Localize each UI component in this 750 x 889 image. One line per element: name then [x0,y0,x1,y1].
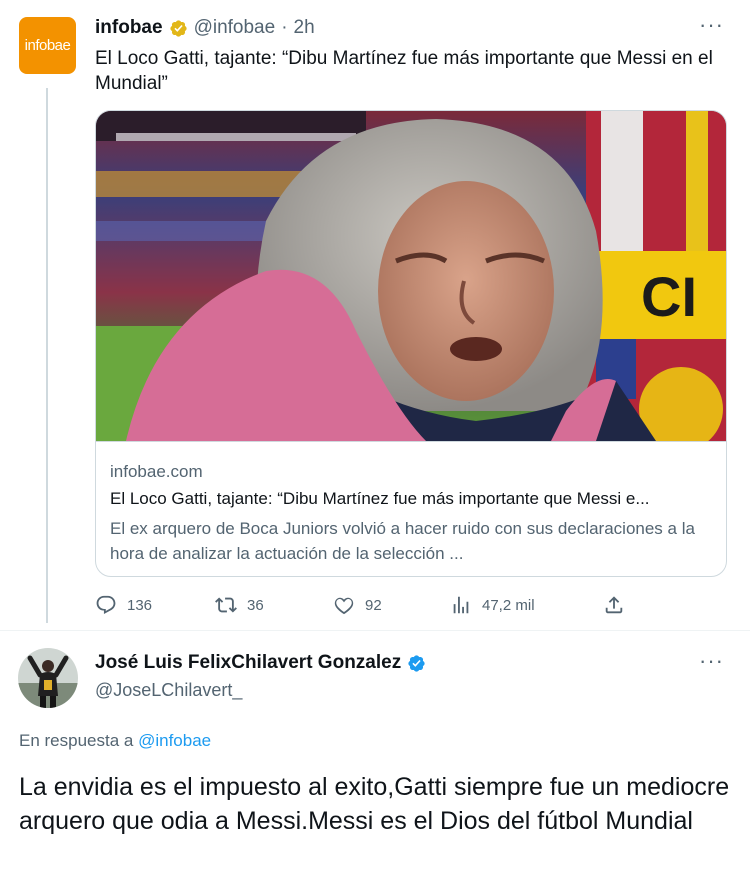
avatar[interactable] [18,648,78,708]
reply-mention-link[interactable]: @infobae [138,731,211,750]
verified-badge-icon [169,19,187,37]
crest-letters: CI [641,265,697,328]
retweet-count: 36 [247,596,264,614]
analytics-icon [453,596,469,614]
retweet-icon [215,597,237,613]
views-count: 47,2 mil [482,596,535,614]
card-title: El Loco Gatti, tajante: “Dibu Martínez f… [110,489,650,508]
card-description: El ex arquero de Boca Juniors volvió a h… [110,519,695,563]
share-button[interactable] [603,594,625,616]
reply-prefix: En respuesta a [19,731,134,750]
author-handle[interactable]: @JoseLChilavert_ [95,680,242,701]
divider [0,630,750,631]
card-image: CI [96,111,726,441]
retweet-button[interactable]: 36 [215,594,264,616]
timestamp[interactable]: 2h [294,17,315,39]
reply-text: La envidia es el impuesto al exito,Gatti… [19,773,730,835]
avatar[interactable]: infobae [19,17,76,74]
author-handle[interactable]: @infobae [194,17,276,39]
separator: · [281,17,288,38]
card-meta: infobae.com El Loco Gatti, tajante: “Dib… [96,441,726,576]
reply-icon [96,595,116,615]
heart-icon [334,597,354,615]
more-options-icon[interactable]: ··· [699,650,724,672]
author-name[interactable]: infobae [95,17,163,39]
tweet-text: El Loco Gatti, tajante: “Dibu Martínez f… [95,48,713,94]
like-button[interactable]: 92 [333,594,382,616]
views-button[interactable]: 47,2 mil [450,594,535,616]
tweet-header: infobae @infobae · 2h [95,16,315,40]
author-name[interactable]: José Luis FelixChilavert Gonzalez [95,652,401,674]
reply-author: José Luis FelixChilavert Gonzalez [95,652,426,674]
share-icon [605,596,623,614]
more-options-icon[interactable]: ··· [699,14,724,36]
thread-line [46,88,48,623]
card-domain: infobae.com [110,462,203,481]
reply-context: En respuesta a @infobae [19,731,211,751]
verified-badge-icon [408,654,425,672]
reply-button[interactable]: 136 [95,594,152,616]
link-card[interactable]: CI infobae.com El Loco Gatti, tajante: “… [95,110,727,577]
avatar-logo-text: infobae [24,37,71,54]
reply-count: 136 [127,596,153,614]
like-count: 92 [365,596,382,614]
tweet-actions: 136 36 92 47,2 mil [95,594,635,620]
